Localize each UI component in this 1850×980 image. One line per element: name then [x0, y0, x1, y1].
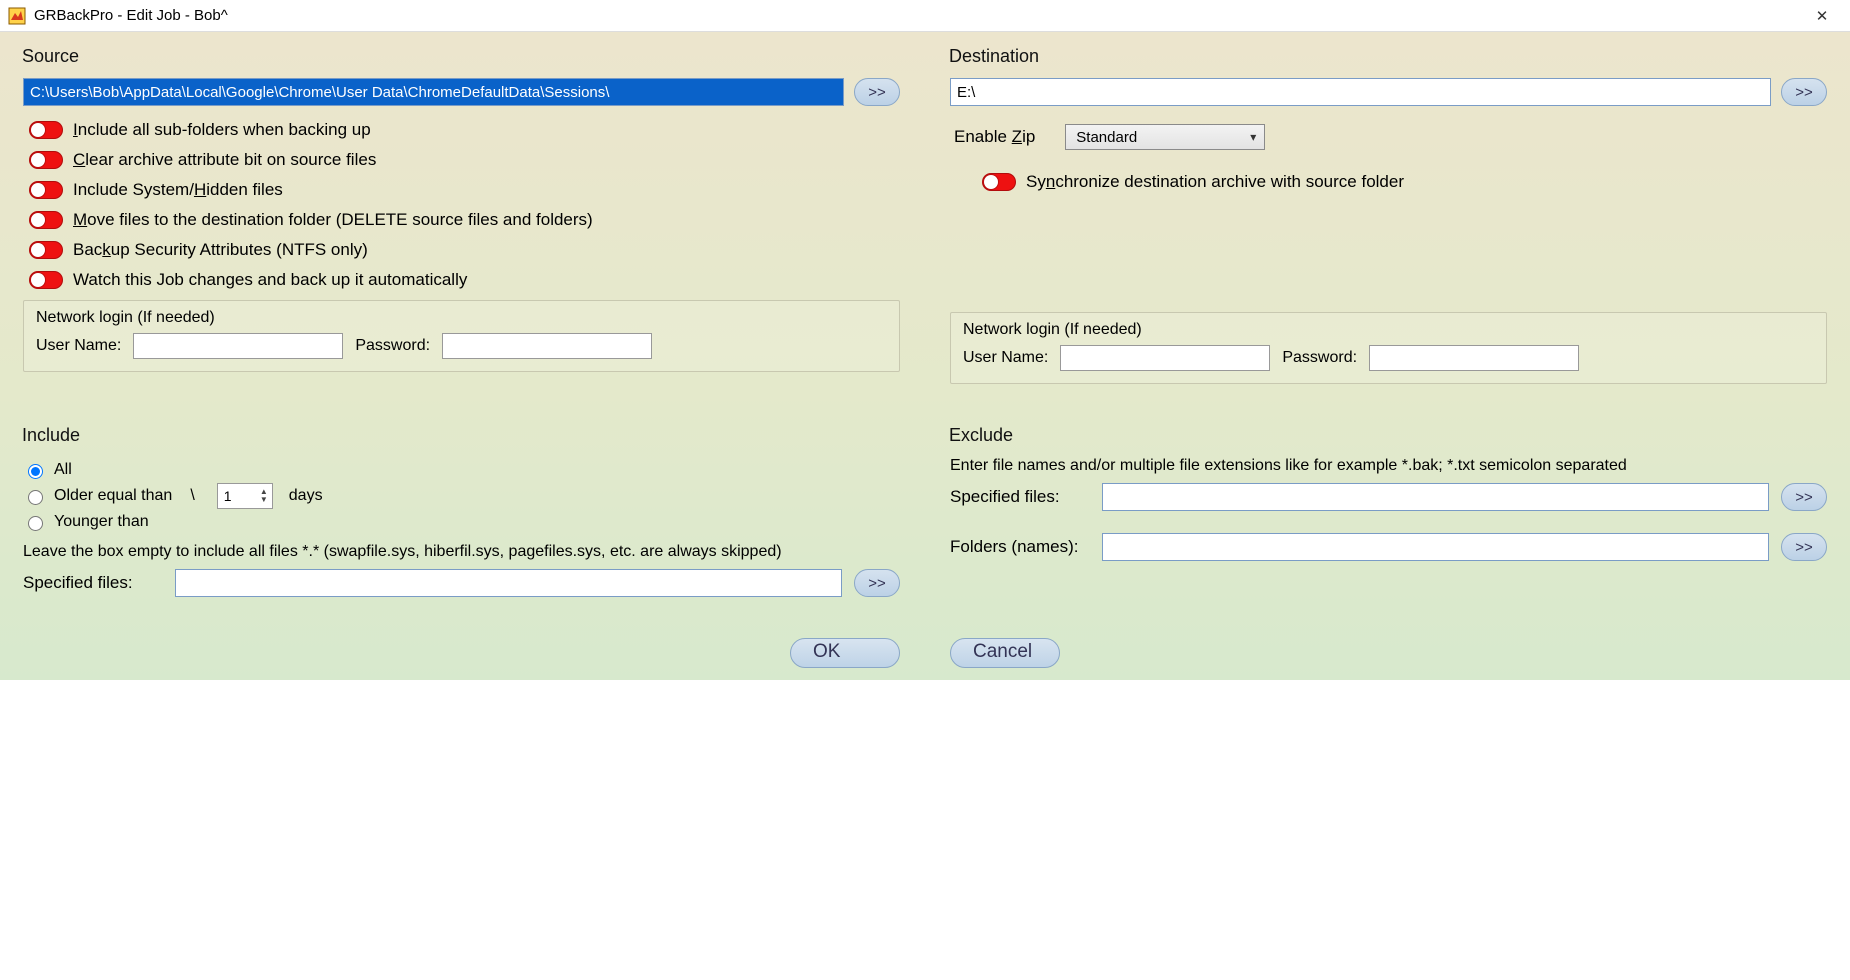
clear-archive-bit-label: Clear archive attribute bit on source fi… — [73, 150, 376, 170]
source-toggle-row: Include all sub-folders when backing up — [29, 120, 900, 140]
move-files-toggle[interactable] — [29, 211, 63, 229]
include-specified-label: Specified files: — [23, 573, 163, 593]
window-close-button[interactable]: ✕ — [1802, 7, 1842, 25]
source-toggle-row: Watch this Job changes and back up it au… — [29, 270, 900, 290]
include-all-radio[interactable] — [28, 464, 43, 479]
source-title: Source — [22, 46, 905, 67]
enable-zip-value: Standard — [1076, 129, 1137, 146]
exclude-folders-input[interactable] — [1102, 533, 1769, 561]
app-icon — [8, 7, 26, 25]
source-pass-input[interactable] — [442, 333, 652, 359]
include-older-radio[interactable] — [28, 490, 43, 505]
exclude-specified-input[interactable] — [1102, 483, 1769, 511]
destination-title: Destination — [949, 46, 1832, 67]
dialog-footer: OK Cancel — [18, 638, 1832, 668]
clear-archive-bit-toggle[interactable] — [29, 151, 63, 169]
ok-button[interactable]: OK — [790, 638, 900, 668]
source-toggle-row: Move files to the destination folder (DE… — [29, 210, 900, 230]
titlebar: GRBackPro - Edit Job - Bob^ ✕ — [0, 0, 1850, 32]
watch-job-toggle[interactable] — [29, 271, 63, 289]
source-toggle-row: Backup Security Attributes (NTFS only) — [29, 240, 900, 260]
source-panel: Source >> Include all sub-folders when b… — [18, 46, 905, 397]
exclude-folders-label: Folders (names): — [950, 537, 1090, 557]
destination-netlogin-group: Network login (If needed) User Name: Pas… — [950, 312, 1827, 384]
destination-path-input[interactable] — [950, 78, 1771, 106]
include-subfolders-toggle[interactable] — [29, 121, 63, 139]
sync-toggle[interactable] — [982, 173, 1016, 191]
source-browse-button[interactable]: >> — [854, 78, 900, 106]
source-toggle-row: Include System/Hidden files — [29, 180, 900, 200]
exclude-specified-browse-button[interactable]: >> — [1781, 483, 1827, 511]
include-subfolders-label: Include all sub-folders when backing up — [73, 120, 371, 140]
exclude-panel: Exclude Enter file names and/or multiple… — [945, 425, 1832, 612]
include-days-value: 1 — [224, 488, 260, 504]
destination-user-input[interactable] — [1060, 345, 1270, 371]
destination-panel: Destination >> Enable Zip Standard ▾ Syn… — [945, 46, 1832, 397]
stepper-arrows-icon: ▲▼ — [260, 488, 268, 504]
source-user-input[interactable] — [133, 333, 343, 359]
chevron-down-icon: ▾ — [1250, 130, 1256, 144]
move-files-label: Move files to the destination folder (DE… — [73, 210, 593, 230]
source-user-label: User Name: — [36, 337, 121, 355]
include-days-label: days — [289, 487, 323, 505]
include-all-label: All — [54, 461, 72, 479]
destination-pass-input[interactable] — [1369, 345, 1579, 371]
destination-browse-button[interactable]: >> — [1781, 78, 1827, 106]
exclude-hint: Enter file names and/or multiple file ex… — [950, 457, 1757, 475]
destination-pass-label: Password: — [1282, 349, 1357, 367]
backup-security-toggle[interactable] — [29, 241, 63, 259]
watch-job-label: Watch this Job changes and back up it au… — [73, 270, 467, 290]
exclude-title: Exclude — [949, 425, 1832, 446]
include-hidden-toggle[interactable] — [29, 181, 63, 199]
include-slash: \ — [190, 487, 194, 505]
include-younger-label: Younger than — [54, 513, 149, 531]
cancel-button[interactable]: Cancel — [950, 638, 1060, 668]
include-specified-browse-button[interactable]: >> — [854, 569, 900, 597]
include-days-stepper[interactable]: 1 ▲▼ — [217, 483, 273, 509]
exclude-specified-label: Specified files: — [950, 487, 1090, 507]
source-toggle-row: Clear archive attribute bit on source fi… — [29, 150, 900, 170]
source-pass-label: Password: — [355, 337, 430, 355]
enable-zip-label: Enable Zip — [954, 127, 1035, 147]
include-panel: Include All Older equal than \ 1 ▲▼ days — [18, 425, 905, 612]
include-older-label: Older equal than — [54, 487, 172, 505]
include-title: Include — [22, 425, 905, 446]
include-specified-input[interactable] — [175, 569, 842, 597]
include-younger-radio[interactable] — [28, 516, 43, 531]
source-path-input[interactable] — [23, 78, 844, 106]
destination-user-label: User Name: — [963, 349, 1048, 367]
destination-netlogin-title: Network login (If needed) — [963, 321, 1814, 339]
include-hidden-label: Include System/Hidden files — [73, 180, 283, 200]
exclude-folders-browse-button[interactable]: >> — [1781, 533, 1827, 561]
source-netlogin-title: Network login (If needed) — [36, 309, 887, 327]
include-hint: Leave the box empty to include all files… — [23, 543, 830, 561]
sync-label: Synchronize destination archive with sou… — [1026, 172, 1404, 192]
enable-zip-combo[interactable]: Standard ▾ — [1065, 124, 1265, 150]
source-netlogin-group: Network login (If needed) User Name: Pas… — [23, 300, 900, 372]
backup-security-label: Backup Security Attributes (NTFS only) — [73, 240, 368, 260]
window-title: GRBackPro - Edit Job - Bob^ — [34, 7, 1802, 24]
dialog-body: Source >> Include all sub-folders when b… — [0, 32, 1850, 680]
